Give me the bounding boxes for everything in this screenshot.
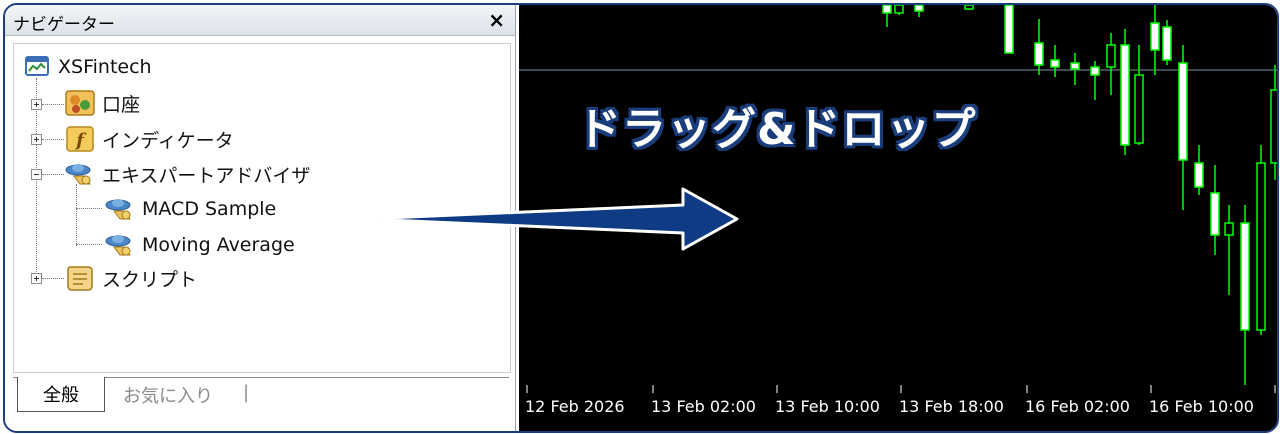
drag-and-drop-caption: ドラッグ&ドロップ xyxy=(577,104,977,155)
tree-root-label: XSFintech xyxy=(58,56,152,78)
tree-line xyxy=(42,139,64,140)
candle-body xyxy=(1240,222,1250,331)
expert-icon xyxy=(105,235,131,256)
time-label: 16 Feb 02:00 xyxy=(1025,397,1130,416)
candle-body xyxy=(1070,62,1080,70)
tree-item-moving-average-label: Moving Average xyxy=(142,234,295,256)
tree-item-moving-average[interactable]: Moving Average xyxy=(104,230,295,260)
tree-item-scripts-label: スクリプト xyxy=(102,268,198,291)
time-label: 13 Feb 10:00 xyxy=(775,397,880,416)
candle-body xyxy=(1120,44,1130,146)
expand-icon[interactable] xyxy=(31,99,42,110)
indicator-icon: f xyxy=(66,126,94,152)
candle-body xyxy=(894,5,904,14)
tree-line xyxy=(76,208,102,209)
platform-icon xyxy=(25,56,49,76)
candle-body xyxy=(1106,44,1116,68)
candle-body xyxy=(1194,162,1204,188)
candle-body xyxy=(1256,162,1266,331)
navigator-title-bar: ナビゲーター × xyxy=(5,5,515,36)
candle-body xyxy=(1134,74,1144,144)
candles xyxy=(882,5,1277,385)
candle-body xyxy=(1210,192,1220,236)
time-axis: 12 Feb 2026 13 Feb 02:00 13 Feb 10:00 13… xyxy=(519,385,1277,431)
tree-root[interactable]: XSFintech xyxy=(24,52,152,82)
tab-separator: | xyxy=(243,382,250,403)
expert-icon xyxy=(105,199,131,220)
candle-body xyxy=(1050,59,1060,68)
tree-item-indicators[interactable]: f インディケータ xyxy=(64,124,234,154)
candle-body xyxy=(914,5,924,12)
time-label: 13 Feb 02:00 xyxy=(651,397,756,416)
time-label: 13 Feb 18:00 xyxy=(899,397,1004,416)
collapse-icon[interactable] xyxy=(31,169,42,180)
tree-line xyxy=(42,174,64,175)
arrow-right-icon xyxy=(365,187,739,251)
time-axis-ticks xyxy=(526,385,1276,393)
time-label: 16 Feb 10:00 xyxy=(1149,397,1254,416)
window-frame: ナビゲーター × XSFintech 口座 f インディケータ エキスパートアド… xyxy=(3,3,1279,433)
tree-line xyxy=(42,278,64,279)
candle-body xyxy=(1150,22,1160,51)
candle-body xyxy=(1090,66,1100,76)
tree-line xyxy=(76,244,102,245)
tree-item-experts[interactable]: エキスパートアドバイザ xyxy=(64,159,310,189)
tree-line xyxy=(76,184,77,246)
candle-body xyxy=(882,5,892,14)
candle-body xyxy=(1178,62,1188,161)
tree-item-scripts[interactable]: スクリプト xyxy=(64,263,197,293)
tree-line xyxy=(42,104,64,105)
expert-icon xyxy=(65,164,91,185)
script-icon xyxy=(67,266,93,291)
candle-body xyxy=(1034,42,1044,66)
account-icon xyxy=(65,90,95,116)
navigator-tabs: 全般 お気に入り | xyxy=(13,377,509,418)
candle-body xyxy=(1224,222,1234,236)
candle-body xyxy=(1162,26,1172,61)
navigator-title: ナビゲーター xyxy=(13,15,115,35)
tab-favorites[interactable]: お気に入り xyxy=(123,382,213,408)
tree-item-account[interactable]: 口座 xyxy=(64,88,140,118)
tree-item-experts-label: エキスパートアドバイザ xyxy=(102,164,311,187)
candle-body xyxy=(964,5,974,10)
tab-general[interactable]: 全般 xyxy=(17,377,105,412)
tree-item-account-label: 口座 xyxy=(102,93,141,116)
close-icon[interactable]: × xyxy=(488,8,505,32)
tree-item-macd-sample-label: MACD Sample xyxy=(142,198,277,220)
candle-body xyxy=(1270,89,1277,164)
expand-icon[interactable] xyxy=(31,273,42,284)
tree-item-indicators-label: インディケータ xyxy=(102,129,234,152)
expand-icon[interactable] xyxy=(31,134,42,145)
candle-body xyxy=(1004,5,1014,54)
tree-item-macd-sample[interactable]: MACD Sample xyxy=(104,194,276,224)
time-label: 12 Feb 2026 xyxy=(525,397,625,416)
